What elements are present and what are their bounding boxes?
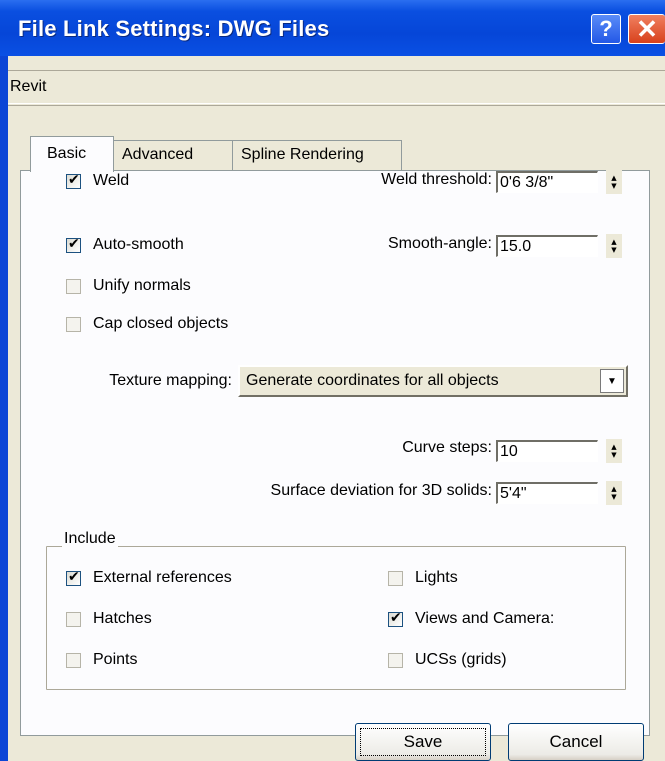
surface-deviation-input[interactable]: 5'4": [496, 482, 598, 504]
spin-down-icon: ▼: [611, 182, 617, 190]
weld-threshold-spinner[interactable]: ▲ ▼: [606, 170, 622, 194]
points-label: Points: [93, 651, 138, 668]
weld-row[interactable]: Weld: [66, 172, 129, 190]
include-lights[interactable]: Lights: [388, 569, 458, 587]
points-checkbox[interactable]: [66, 652, 81, 668]
smooth-angle-input[interactable]: 15.0: [496, 235, 598, 257]
curve-steps-input[interactable]: 10: [496, 440, 598, 462]
tab-advanced[interactable]: Advanced: [113, 140, 233, 170]
spin-up-icon: ▲: [611, 238, 617, 246]
surface-deviation-label: Surface deviation for 3D solids:: [270, 482, 492, 499]
cap-closed-checkbox[interactable]: [66, 316, 81, 332]
weld-checkbox[interactable]: [66, 172, 81, 189]
spin-up-icon: ▲: [611, 174, 617, 182]
lights-label: Lights: [415, 569, 458, 586]
window-title: File Link Settings: DWG Files: [18, 16, 330, 41]
surface-deviation-spinner[interactable]: ▲ ▼: [606, 481, 622, 505]
views-cameras-label: Views and Camera:: [415, 610, 555, 627]
external-references-label: External references: [93, 569, 232, 586]
title-bar[interactable]: File Link Settings: DWG Files ? ✕: [0, 0, 665, 56]
chevron-down-icon[interactable]: ▼: [600, 369, 624, 393]
cancel-button[interactable]: Cancel: [508, 723, 644, 761]
smooth-angle-label: Smooth-angle:: [387, 235, 492, 252]
weld-label: Weld: [93, 172, 130, 189]
include-external-references[interactable]: External references: [66, 569, 232, 587]
ucs-grids-label: UCSs (grids): [415, 651, 507, 668]
hatches-label: Hatches: [93, 610, 152, 627]
help-button[interactable]: ?: [591, 14, 621, 44]
include-views-cameras[interactable]: Views and Camera:: [388, 610, 554, 628]
save-button[interactable]: Save: [355, 723, 491, 761]
include-points[interactable]: Points: [66, 651, 137, 669]
include-hatches[interactable]: Hatches: [66, 610, 152, 628]
include-group-title: Include: [62, 530, 118, 548]
unify-normals-row[interactable]: Unify normals: [66, 277, 191, 295]
preset-bar[interactable]: Revit: [8, 70, 665, 106]
auto-smooth-checkbox[interactable]: [66, 236, 81, 253]
auto-smooth-row[interactable]: Auto-smooth: [66, 236, 184, 254]
texture-mapping-value: Generate coordinates for all objects: [246, 372, 499, 389]
spin-down-icon: ▼: [611, 246, 617, 254]
cap-closed-row[interactable]: Cap closed objects: [66, 315, 228, 333]
tab-spline-rendering[interactable]: Spline Rendering: [232, 140, 402, 170]
spin-down-icon: ▼: [611, 451, 617, 459]
auto-smooth-label: Auto-smooth: [93, 236, 184, 253]
texture-mapping-label: Texture mapping:: [109, 372, 232, 389]
include-ucs-grids[interactable]: UCSs (grids): [388, 651, 507, 669]
smooth-angle-spinner[interactable]: ▲ ▼: [606, 234, 622, 258]
preset-label: Revit: [10, 78, 47, 95]
cancel-label: Cancel: [549, 732, 603, 751]
lights-checkbox[interactable]: [388, 570, 403, 586]
spin-up-icon: ▲: [611, 485, 617, 493]
unify-normals-checkbox[interactable]: [66, 278, 81, 294]
external-references-checkbox[interactable]: [66, 569, 81, 586]
hatches-checkbox[interactable]: [66, 611, 81, 627]
unify-normals-label: Unify normals: [93, 277, 191, 294]
curve-steps-spinner[interactable]: ▲ ▼: [606, 439, 622, 463]
ucs-grids-checkbox[interactable]: [388, 652, 403, 668]
close-button[interactable]: ✕: [628, 14, 665, 44]
texture-mapping-select[interactable]: Generate coordinates for all objects ▼: [238, 365, 628, 397]
spin-down-icon: ▼: [611, 493, 617, 501]
weld-threshold-label: Weld threshold:: [381, 171, 492, 188]
cap-closed-label: Cap closed objects: [93, 315, 229, 332]
views-cameras-checkbox[interactable]: [388, 610, 403, 627]
weld-threshold-input[interactable]: 0'6 3/8": [496, 171, 598, 193]
curve-steps-label: Curve steps:: [402, 439, 492, 456]
tab-basic[interactable]: Basic: [30, 136, 114, 172]
focus-rectangle: [360, 728, 486, 756]
spin-up-icon: ▲: [611, 443, 617, 451]
